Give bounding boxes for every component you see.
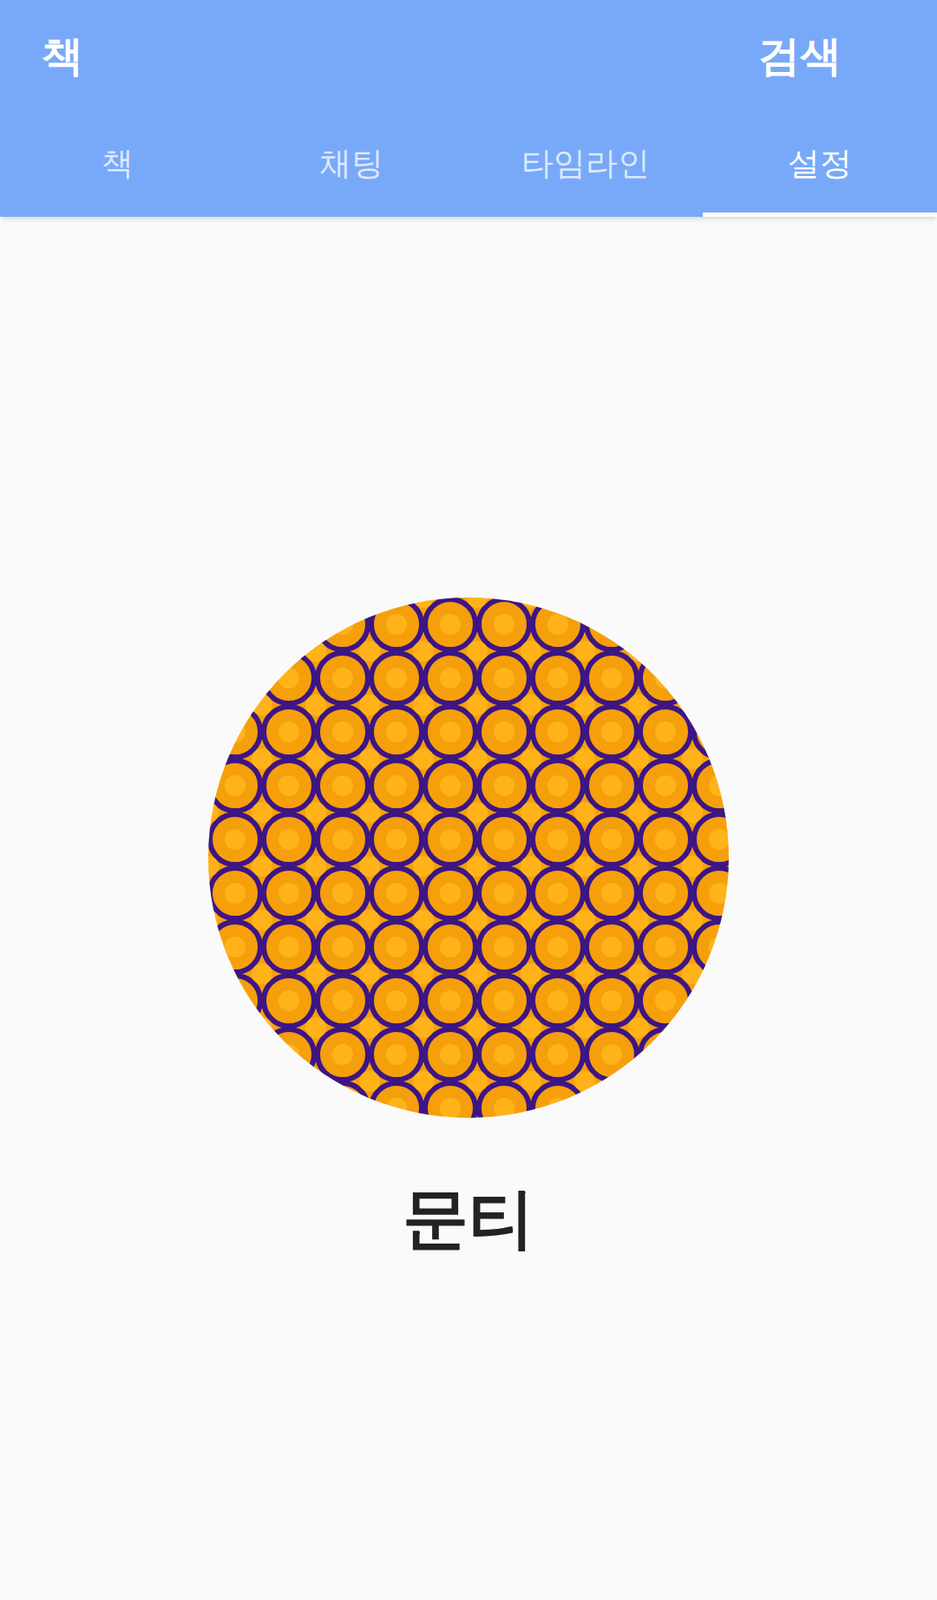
profile-avatar[interactable] (208, 597, 729, 1119)
app-title: 책 (41, 24, 84, 87)
tab-bar: 책 채팅 타임라인 설정 (0, 110, 937, 217)
tab[interactable]: 타임라인 (468, 110, 703, 217)
tab[interactable]: 설정 (702, 110, 937, 217)
tab-label[interactable]: 채팅 (319, 139, 384, 189)
app-header: 책 검색 책채팅타임라인설정 (0, 0, 937, 217)
profile-name: 문티 (402, 1179, 535, 1259)
tab-label[interactable]: 타임라인 (521, 139, 650, 189)
tab-label[interactable]: 설정 (787, 139, 852, 189)
tab-label[interactable]: 책 (101, 139, 134, 189)
tab[interactable]: 책 (0, 110, 235, 217)
settings-content: 문티 (0, 216, 937, 1600)
tab[interactable]: 채팅 (234, 110, 469, 217)
tab-indicator (702, 212, 937, 217)
search-button[interactable]: 검색 (758, 24, 842, 87)
toolbar: 책 검색 (0, 0, 937, 111)
